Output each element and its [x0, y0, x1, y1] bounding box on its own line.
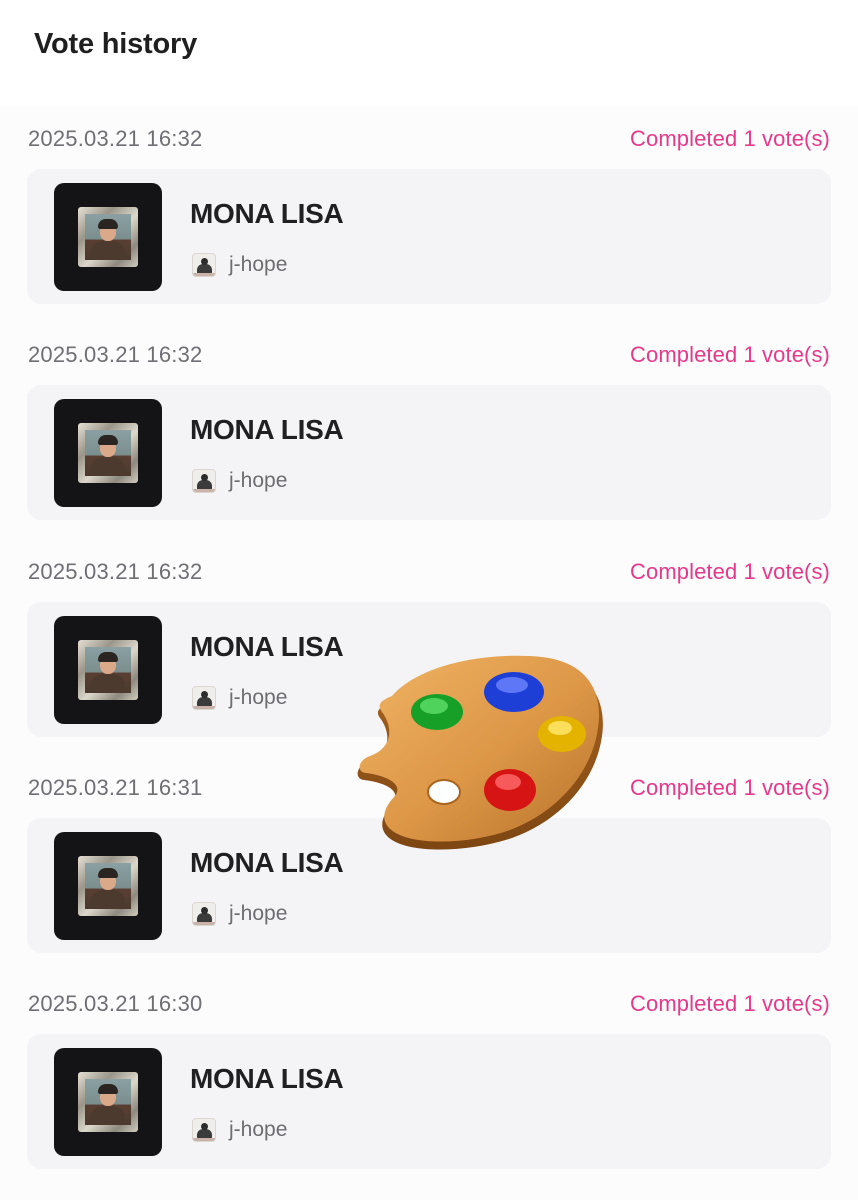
list-item: 2025.03.21 16:32 Completed 1 vote(s) MON…: [0, 106, 858, 322]
vote-status: Completed 1 vote(s): [630, 126, 830, 151]
framed-portrait-icon: [54, 399, 162, 507]
framed-portrait-icon: [54, 1048, 162, 1156]
vote-history-list: 2025.03.21 16:32 Completed 1 vote(s) MON…: [0, 106, 858, 1200]
artist-name: j-hope: [229, 902, 288, 925]
vote-status: Completed 1 vote(s): [630, 559, 830, 584]
artist-name: j-hope: [229, 469, 288, 492]
header: Vote history: [0, 0, 858, 106]
song-title: MONA LISA: [190, 414, 344, 445]
vote-card[interactable]: MONA LISA j-hope: [27, 385, 831, 520]
song-title: MONA LISA: [190, 631, 344, 662]
vote-date: 2025.03.21 16:30: [28, 991, 203, 1016]
framed-portrait-icon: [54, 832, 162, 940]
vote-card[interactable]: MONA LISA j-hope: [27, 169, 831, 304]
song-title: MONA LISA: [190, 1063, 344, 1094]
framed-portrait-icon: [54, 616, 162, 724]
artist-avatar-icon: [192, 1118, 216, 1142]
song-title: MONA LISA: [190, 847, 344, 878]
list-item: 2025.03.21 16:30 Completed 1 vote(s) MON…: [0, 971, 858, 1187]
artist-avatar-icon: [192, 686, 216, 710]
vote-status: Completed 1 vote(s): [630, 775, 830, 800]
framed-portrait-icon: [54, 183, 162, 291]
artist-name: j-hope: [229, 253, 288, 276]
vote-date: 2025.03.21 16:32: [28, 126, 203, 151]
paint-palette-icon: [357, 655, 603, 850]
artist-avatar-icon: [192, 253, 216, 277]
vote-status: Completed 1 vote(s): [630, 342, 830, 367]
song-title: MONA LISA: [190, 198, 344, 229]
artist-name: j-hope: [229, 1118, 288, 1141]
artist-name: j-hope: [229, 686, 288, 709]
vote-card[interactable]: MONA LISA j-hope: [27, 1034, 831, 1169]
vote-date: 2025.03.21 16:32: [28, 342, 203, 367]
list-item: 2025.03.21 16:32 Completed 1 vote(s) MON…: [0, 322, 858, 538]
artist-avatar-icon: [192, 469, 216, 493]
artist-avatar-icon: [192, 902, 216, 926]
vote-status: Completed 1 vote(s): [630, 991, 830, 1016]
vote-date: 2025.03.21 16:31: [28, 775, 203, 800]
vote-date: 2025.03.21 16:32: [28, 559, 203, 584]
page-title: Vote history: [34, 28, 198, 60]
